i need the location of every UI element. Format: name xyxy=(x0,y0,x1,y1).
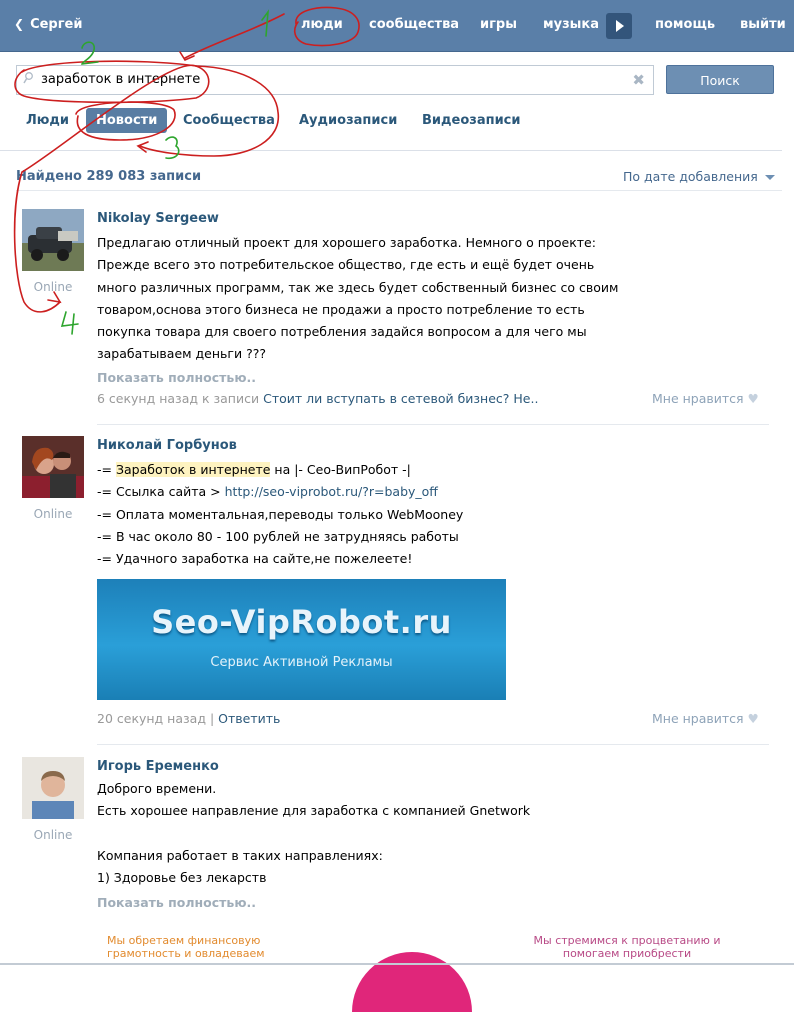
post-line: зарабатываем деньги ??? xyxy=(97,346,266,362)
post-author[interactable]: Nikolay Sergeew xyxy=(97,211,219,226)
tab-communities[interactable]: Сообщества xyxy=(183,113,275,128)
post-url-link[interactable]: http://seo-viprobot.ru/?r=baby_off xyxy=(225,484,438,499)
avatar[interactable] xyxy=(22,436,84,498)
post-source-link[interactable]: Стоит ли вступать в сетевой бизнес? Не.. xyxy=(263,391,538,406)
tab-news[interactable]: Новости xyxy=(86,108,168,133)
post-line: покупка товара для своего потребления за… xyxy=(97,324,587,340)
post-text: Доброго времени. Есть хорошее направлени… xyxy=(97,778,530,889)
post-text: Предлагаю отличный проект для хорошего з… xyxy=(97,232,618,366)
play-icon[interactable] xyxy=(606,13,632,39)
post-line-part: -= xyxy=(97,462,116,477)
nav-logout[interactable]: выйти xyxy=(740,17,786,32)
chevron-down-icon xyxy=(764,175,775,180)
show-more-link[interactable]: Показать полностью.. xyxy=(97,370,256,385)
annotation-digit-4 xyxy=(60,311,79,335)
post-banner-image[interactable]: Seo-VipRobot.ru Сервис Активной Рекламы xyxy=(97,579,506,700)
show-more-link[interactable]: Показать полностью.. xyxy=(97,895,256,910)
post-time: 20 секунд назад xyxy=(97,711,206,726)
back-link[interactable]: ❮ Сергей xyxy=(14,17,82,32)
post-line xyxy=(97,823,530,845)
post-line: Прежде всего это потребительское обществ… xyxy=(97,257,595,273)
search-icon xyxy=(23,72,33,84)
post-meta: 6 секунд назад к записи Стоит ли вступат… xyxy=(97,391,538,406)
heart-icon: ♥ xyxy=(747,391,759,406)
post-line: -= Заработок в интернете на |- Сео-ВипРо… xyxy=(97,459,463,481)
avatar[interactable] xyxy=(22,209,84,271)
ad-image-caption-right: Мы стремимся к процветанию и помогаем пр… xyxy=(533,934,721,960)
post-line: много различных программ, так же здесь б… xyxy=(97,279,619,295)
nav-help[interactable]: помощь xyxy=(655,17,715,32)
post-author[interactable]: Николай Горбунов xyxy=(97,438,237,453)
post-separator xyxy=(97,744,769,745)
annotation-arrow-1-head xyxy=(179,51,195,62)
back-label: Сергей xyxy=(30,17,83,32)
nav-communities[interactable]: сообщества xyxy=(369,17,459,32)
clear-icon[interactable]: ✖ xyxy=(632,71,645,89)
post-text: -= Заработок в интернете на |- Сео-ВипРо… xyxy=(97,459,463,570)
post-meta: 20 секунд назад | Ответить xyxy=(97,711,280,726)
online-status: Online xyxy=(33,280,73,294)
post-line: Есть хорошее направление для заработка с… xyxy=(97,803,531,819)
post-line: -= Удачного заработка на сайте,не пожеле… xyxy=(97,551,413,567)
tab-video[interactable]: Видеозаписи xyxy=(422,113,521,128)
nav-music[interactable]: музыка xyxy=(543,17,599,32)
nav-games[interactable]: игры xyxy=(480,17,517,32)
nav-people[interactable]: люди xyxy=(301,17,343,32)
tab-audio[interactable]: Аудиозаписи xyxy=(299,113,397,128)
avatar-image-man xyxy=(22,757,84,819)
search-highlight: Заработок в интернете xyxy=(115,462,271,477)
like-button[interactable]: Мне нравится ♥ xyxy=(652,391,759,406)
meta-separator: | xyxy=(209,711,215,726)
results-divider xyxy=(16,190,782,191)
top-navigation-bar: ❮ Сергей люди сообщества игры музыка помо… xyxy=(0,0,794,52)
post-line: Компания работает в таких направлениях: xyxy=(97,847,383,863)
post-author[interactable]: Игорь Еременко xyxy=(97,759,219,774)
tab-people[interactable]: Люди xyxy=(26,113,69,128)
banner-subtitle: Сервис Активной Рекламы xyxy=(210,655,393,670)
online-status: Online xyxy=(33,828,73,842)
post-line: -= Оплата моментальная,переводы только W… xyxy=(97,506,464,522)
post-line-part: на |- Сео-ВипРобот -| xyxy=(270,462,411,477)
like-label: Мне нравится xyxy=(652,391,744,406)
back-arrow-icon: ❮ xyxy=(14,17,25,31)
banner-title: Seo-VipRobot.ru xyxy=(151,603,452,641)
post-line: товаром,основа этого бизнеса не продажи … xyxy=(97,301,585,317)
sort-label: По дате добавления xyxy=(623,169,758,184)
post-line: Доброго времени. xyxy=(97,781,217,796)
avatar-image-couple xyxy=(22,436,84,498)
annotation-digit-3 xyxy=(165,136,180,160)
avatar-image-car xyxy=(22,209,84,271)
results-count: Найдено 289 083 записи xyxy=(16,169,202,184)
tabs-divider xyxy=(0,150,782,151)
post-line-part: -= Ссылка сайта > xyxy=(97,484,225,500)
post-line: 1) Здоровье без лекарств xyxy=(97,870,267,886)
ad-image-caption-left: Мы обретаем финансовую грамотность и овл… xyxy=(107,934,265,960)
post-line: -= Ссылка сайта > http://seo-viprobot.ru… xyxy=(97,481,463,503)
sort-dropdown[interactable]: По дате добавления xyxy=(623,169,775,184)
like-button[interactable]: Мне нравится ♥ xyxy=(652,711,759,726)
ad-image-graphic xyxy=(352,952,472,1012)
like-label: Мне нравится xyxy=(652,711,744,726)
post-separator xyxy=(97,424,769,425)
reply-link[interactable]: Ответить xyxy=(218,711,280,726)
heart-icon: ♥ xyxy=(747,711,759,726)
search-input[interactable] xyxy=(41,70,621,88)
window-bottom-border xyxy=(0,963,794,965)
search-button[interactable]: Поиск xyxy=(666,65,774,94)
post-line: -= В час около 80 - 100 рублей не затруд… xyxy=(97,528,459,544)
avatar[interactable] xyxy=(22,757,84,819)
online-status: Online xyxy=(33,507,73,521)
post-time: 6 секунд назад к записи xyxy=(97,391,260,406)
search-box: ✖ xyxy=(16,65,654,95)
post-line: Предлагаю отличный проект для хорошего з… xyxy=(97,235,596,250)
